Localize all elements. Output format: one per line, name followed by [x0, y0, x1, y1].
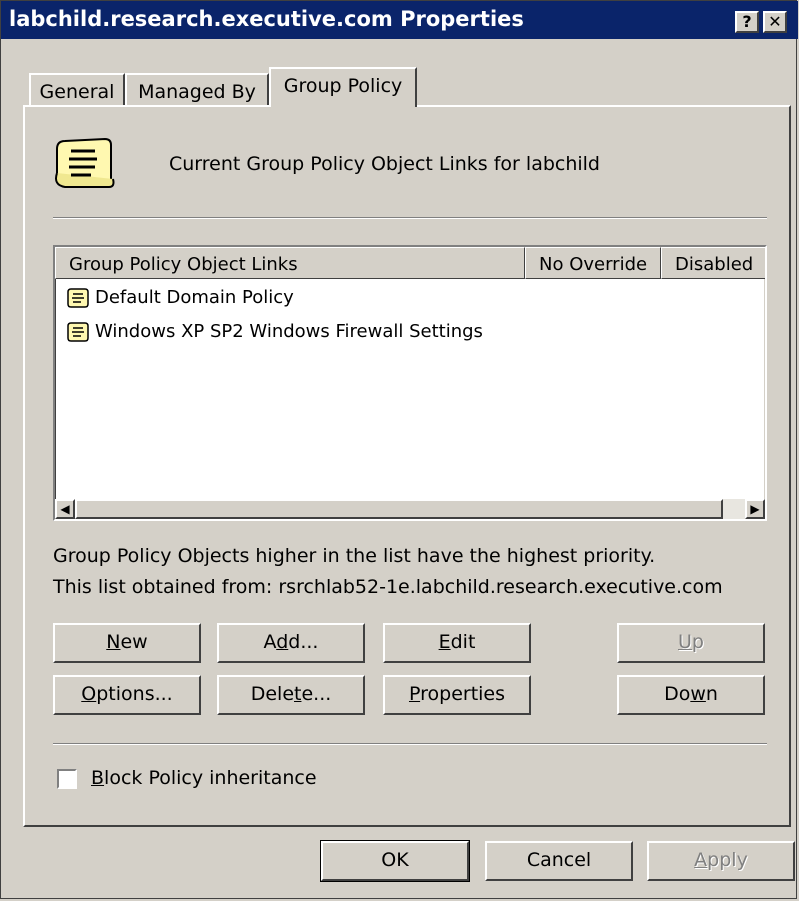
scroll-icon	[55, 137, 115, 188]
scroll-thumb[interactable]	[75, 499, 723, 519]
separator-top	[53, 217, 767, 219]
scroll-right-button[interactable]: ▶	[745, 499, 765, 519]
gpo-links-list[interactable]: Group Policy Object Links No Override Di…	[53, 245, 767, 521]
tab-general[interactable]: General	[29, 73, 125, 107]
gpo-scroll-icon	[67, 288, 89, 308]
source-info-text: This list obtained from: rsrchlab52-1e.l…	[53, 576, 723, 598]
column-header-links[interactable]: Group Policy Object Links	[55, 247, 525, 279]
down-button[interactable]: Down	[617, 675, 765, 715]
block-inheritance-checkbox[interactable]	[57, 769, 77, 789]
list-item[interactable]: Windows XP SP2 Windows Firewall Settings	[65, 319, 483, 349]
block-inheritance-label[interactable]: Block Policy inheritance	[91, 767, 317, 789]
column-header-disabled[interactable]: Disabled	[661, 247, 765, 279]
header-text: Current Group Policy Object Links for la…	[169, 153, 600, 175]
title-bar[interactable]: labchild.research.executive.com Properti…	[1, 1, 798, 39]
column-header-no-override[interactable]: No Override	[525, 247, 661, 279]
priority-info-text: Group Policy Objects higher in the list …	[53, 545, 656, 567]
window-title: labchild.research.executive.com Properti…	[9, 7, 524, 31]
help-button[interactable]: ?	[735, 11, 759, 33]
horizontal-scrollbar[interactable]: ◀ ▶	[55, 499, 765, 519]
new-button[interactable]: New	[53, 623, 201, 663]
options-button[interactable]: Options...	[53, 675, 201, 715]
list-item[interactable]: Default Domain Policy	[65, 285, 294, 315]
properties-dialog: labchild.research.executive.com Properti…	[0, 0, 798, 899]
delete-button[interactable]: Delete...	[217, 675, 365, 715]
list-header: Group Policy Object Links No Override Di…	[55, 247, 765, 279]
up-button[interactable]: Up	[617, 623, 765, 663]
separator-bottom	[53, 743, 767, 745]
cancel-button[interactable]: Cancel	[485, 841, 633, 881]
gpo-scroll-icon	[67, 322, 89, 342]
edit-button[interactable]: Edit	[383, 623, 531, 663]
apply-button[interactable]: Apply	[647, 841, 795, 881]
add-button[interactable]: Add...	[217, 623, 365, 663]
ok-button[interactable]: OK	[320, 840, 470, 882]
tab-group-policy[interactable]: Group Policy	[269, 67, 417, 107]
tab-managed-by[interactable]: Managed By	[125, 73, 269, 107]
properties-button[interactable]: Properties	[383, 675, 531, 715]
list-item-label: Default Domain Policy	[95, 287, 294, 308]
scroll-left-button[interactable]: ◀	[55, 499, 75, 519]
close-button[interactable]: ✕	[763, 11, 787, 33]
list-item-label: Windows XP SP2 Windows Firewall Settings	[95, 321, 483, 342]
